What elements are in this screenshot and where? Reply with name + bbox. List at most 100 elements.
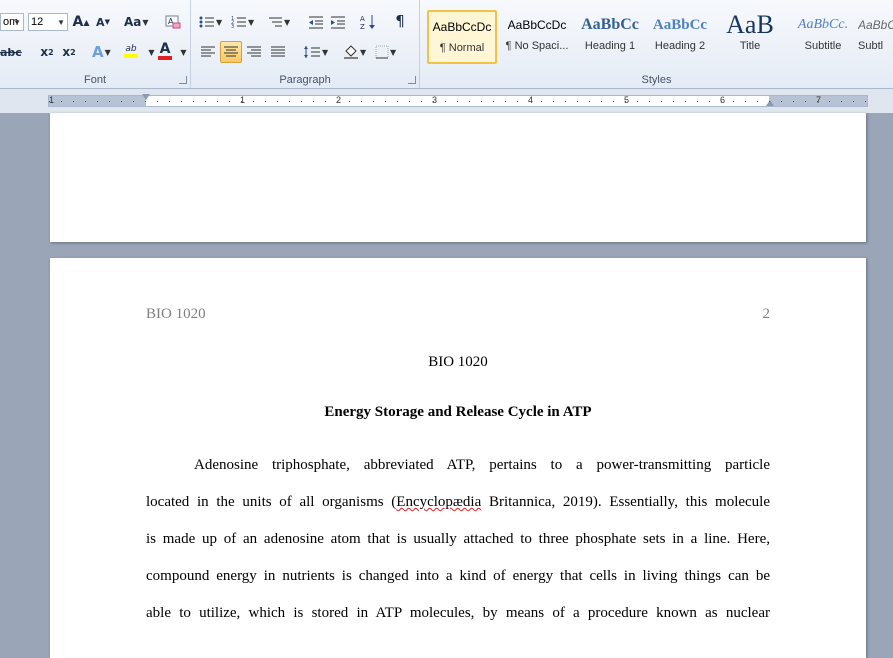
- right-indent-marker[interactable]: [766, 100, 774, 106]
- ruler-number: 2: [336, 95, 342, 105]
- align-left-icon: [201, 46, 215, 57]
- ruler-tick: [325, 101, 326, 102]
- ruler-tick: [121, 101, 122, 102]
- style-name: Subtitle: [804, 40, 842, 52]
- shading-button[interactable]: ▼: [343, 42, 366, 62]
- style-subtle-emphasis[interactable]: AaBbC Subtl: [858, 10, 893, 64]
- ruler-tick: [757, 101, 758, 102]
- running-head: BIO 1020: [146, 306, 206, 322]
- font-name-combo[interactable]: om ▼: [0, 13, 24, 31]
- ruler-tick: [217, 101, 218, 102]
- ruler-tick: [493, 101, 494, 102]
- numbering-button[interactable]: 1 2 3 ▼: [231, 12, 254, 32]
- ruler-track: 1 1 2 3 4 5 6 7: [48, 94, 868, 107]
- shrink-font-button[interactable]: A ▼: [94, 12, 112, 32]
- ruler-tick: [601, 101, 602, 102]
- font-color-dropdown[interactable]: ▼: [174, 42, 192, 62]
- borders-icon: [375, 45, 389, 59]
- multilevel-list-button[interactable]: ▼: [267, 12, 290, 32]
- bullets-button[interactable]: ▼: [199, 12, 222, 32]
- sort-button[interactable]: AZ: [359, 12, 377, 32]
- ruler-tick: [709, 101, 710, 102]
- ruler-tick: [421, 101, 422, 102]
- ruler-tick: [289, 101, 290, 102]
- strikethrough-label: abc: [0, 45, 22, 59]
- paragraph-group-label: Paragraph: [279, 74, 331, 86]
- text-effects-button[interactable]: A ▼: [92, 42, 111, 62]
- ruler-tick: [541, 101, 542, 102]
- grow-font-button[interactable]: A ▲: [72, 12, 90, 32]
- superscript-button[interactable]: x2: [60, 42, 78, 62]
- ruler-number: 7: [816, 95, 822, 105]
- essay-title: Energy Storage and Release Cycle in ATP: [324, 404, 592, 420]
- font-color-button[interactable]: A: [156, 40, 174, 62]
- align-left-button[interactable]: [199, 42, 217, 62]
- chevron-down-icon: ▼: [284, 17, 291, 27]
- chevron-down-icon: ▼: [142, 17, 149, 27]
- font-dialog-launcher-icon[interactable]: [179, 76, 187, 84]
- style-name: ¶ Normal: [439, 42, 485, 54]
- page-1[interactable]: [50, 113, 866, 242]
- ruler-tick: [193, 101, 194, 102]
- pilcrow-icon: ¶: [395, 12, 405, 30]
- font-group: om ▼ 12 ▼ A ▲ A ▼ Aa ▼ A abc x2 x2 A ▼ a…: [0, 0, 191, 88]
- style-title[interactable]: AaB Title: [715, 10, 785, 64]
- chevron-down-icon: ▼: [390, 47, 397, 57]
- highlight-button[interactable]: ab: [122, 40, 140, 62]
- show-formatting-marks-button[interactable]: ¶: [391, 11, 409, 31]
- style-name: Heading 2: [654, 40, 706, 52]
- ruler-tick: [73, 101, 74, 102]
- change-case-button[interactable]: Aa ▼: [124, 12, 149, 32]
- strikethrough-button[interactable]: abc: [0, 42, 22, 62]
- ruler-tick: [817, 101, 818, 102]
- style-subtitle[interactable]: AaBbCc. Subtitle: [788, 10, 858, 64]
- paint-bucket-icon: [344, 45, 358, 59]
- align-center-icon: [224, 46, 238, 57]
- ruler-tick: [481, 101, 482, 102]
- highlight-label: ab: [125, 44, 137, 54]
- chevron-down-icon: ▼: [104, 47, 111, 57]
- style-no-spacing[interactable]: AaBbCcDc ¶ No Spaci...: [502, 10, 572, 64]
- document-workspace[interactable]: BIO 1020 2 BIO 1020 Energy Storage and R…: [0, 113, 893, 658]
- body-line-part: Britannica, 2019). Essentially, this mol…: [481, 494, 770, 510]
- superscript-mark: 2: [70, 47, 76, 57]
- subscript-button[interactable]: x2: [38, 42, 56, 62]
- body-line: is made up of an adenosine atom that is …: [146, 531, 770, 547]
- sort-icon: AZ: [360, 15, 375, 30]
- increase-indent-icon: [331, 16, 345, 29]
- first-line-indent-marker[interactable]: [142, 94, 150, 100]
- justify-icon: [271, 46, 285, 57]
- style-heading-2[interactable]: AaBbCc Heading 2: [645, 10, 715, 64]
- ruler-tick: [133, 101, 134, 102]
- ruler-tick: [157, 101, 158, 102]
- ruler-tick: [265, 101, 266, 102]
- body-paragraph[interactable]: Adenosine triphosphate, abbreviated ATP,…: [146, 447, 770, 632]
- grow-font-label: A: [72, 14, 84, 30]
- align-center-button[interactable]: [220, 41, 242, 63]
- borders-button[interactable]: ▼: [375, 42, 396, 62]
- ruler-tick: [853, 101, 854, 102]
- font-size-combo[interactable]: 12 ▼: [28, 13, 68, 31]
- line-spacing-button[interactable]: ▼: [303, 42, 328, 62]
- bullets-icon: [199, 16, 214, 28]
- page-2[interactable]: BIO 1020 2 BIO 1020 Energy Storage and R…: [50, 258, 866, 658]
- text-effects-label: A: [92, 43, 104, 61]
- ruler-tick: [781, 101, 782, 102]
- ruler-tick: [865, 101, 866, 102]
- clear-formatting-button[interactable]: A: [164, 12, 182, 32]
- style-heading-1[interactable]: AaBbCc Heading 1: [575, 10, 645, 64]
- body-line: able to utilize, which is stored in ATP …: [146, 605, 770, 621]
- ruler-tick: [349, 101, 350, 102]
- line-spacing-icon: [304, 46, 320, 58]
- increase-indent-button[interactable]: [329, 12, 347, 32]
- ruler-tick: [577, 101, 578, 102]
- align-right-button[interactable]: [245, 42, 263, 62]
- horizontal-ruler[interactable]: 1 1 2 3 4 5 6 7: [0, 89, 893, 113]
- paragraph-dialog-launcher-icon[interactable]: [408, 76, 416, 84]
- ruler-tick: [625, 101, 626, 102]
- ruler-tick: [769, 101, 770, 102]
- decrease-indent-button[interactable]: [307, 12, 325, 32]
- ribbon: om ▼ 12 ▼ A ▲ A ▼ Aa ▼ A abc x2 x2 A ▼ a…: [0, 0, 893, 89]
- style-normal[interactable]: AaBbCcDc ¶ Normal: [427, 10, 497, 64]
- justify-button[interactable]: [269, 42, 287, 62]
